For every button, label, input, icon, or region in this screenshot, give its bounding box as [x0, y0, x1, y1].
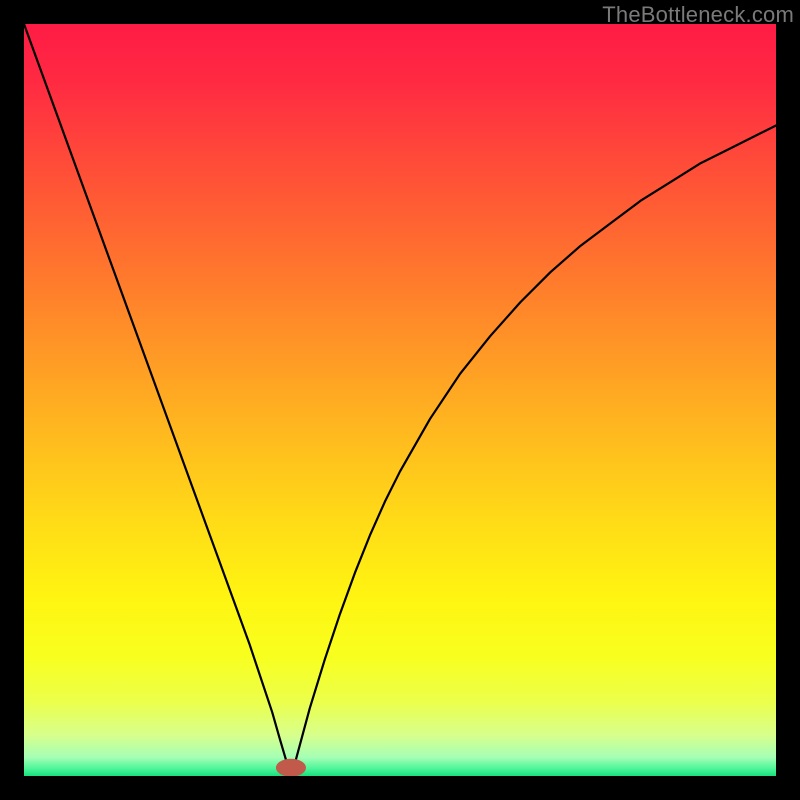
bottleneck-chart	[24, 24, 776, 776]
watermark-text: TheBottleneck.com	[602, 2, 794, 28]
chart-frame	[24, 24, 776, 776]
gradient-background	[24, 24, 776, 776]
optimum-marker	[276, 759, 306, 776]
